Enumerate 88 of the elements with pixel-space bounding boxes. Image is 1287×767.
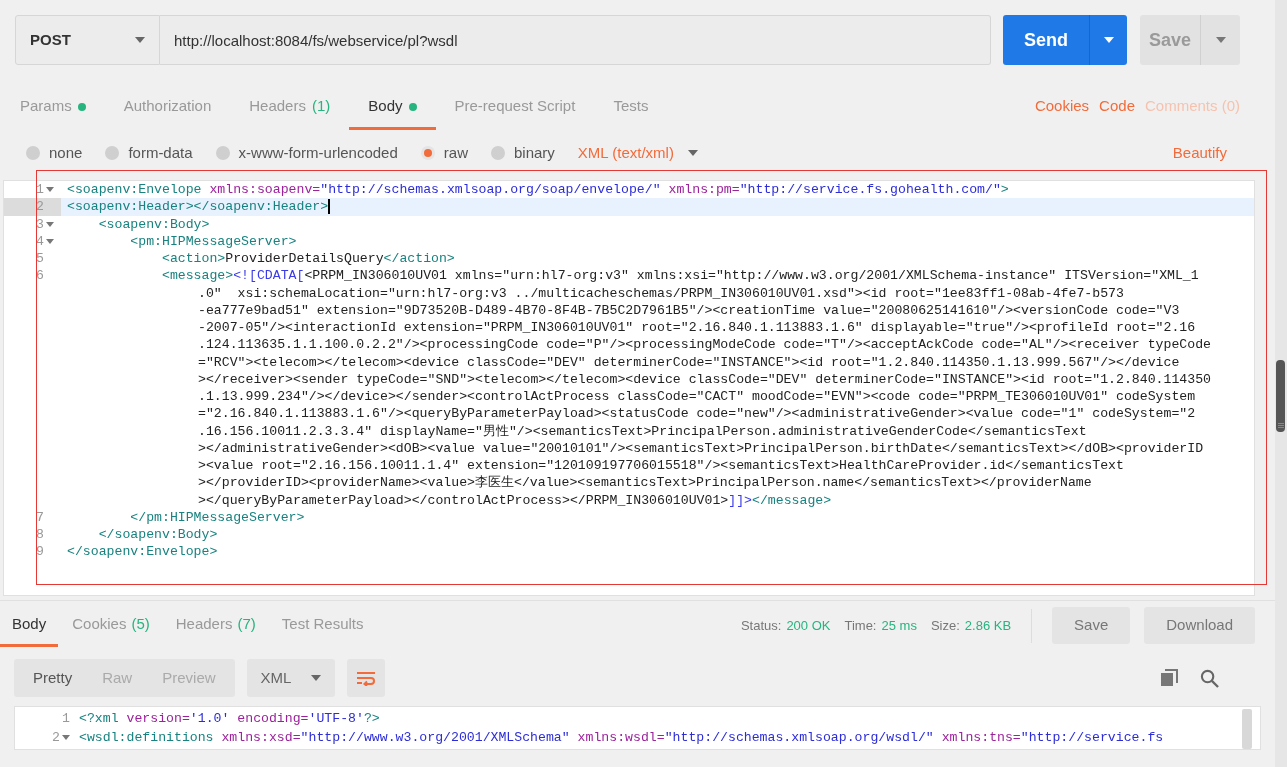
method-dropdown[interactable]: POST bbox=[15, 15, 160, 65]
wrap-lines-button[interactable] bbox=[346, 659, 385, 697]
beautify-link[interactable]: Beautify bbox=[1172, 141, 1227, 165]
code-line: <pm:HIPMessageServer> bbox=[129, 232, 297, 250]
radio-label[interactable]: none bbox=[49, 141, 83, 165]
code-line: ></queryByParameterPayload></controlActProcess></PRPM_IN306010UV01>]]></message> bbox=[197, 491, 832, 509]
code-line: <action>ProviderDetailsQuery</action> bbox=[160, 250, 455, 268]
response-tab[interactable]: Body bbox=[0, 604, 59, 647]
stat-label: Status: bbox=[740, 616, 782, 635]
code-line: ></receiver><sender typeCode="SND"><telecom></telecom><device classCode="DEV" determinerCode="INSTANCE"><id root="1.2.840.114350 bbox=[197, 370, 1211, 388]
response-button[interactable]: Save bbox=[1052, 607, 1131, 644]
code-line: </soapenv:Body> bbox=[97, 526, 218, 544]
radio-button[interactable] bbox=[420, 146, 435, 160]
radio-button[interactable] bbox=[215, 146, 230, 160]
code-line: ="2.16.840.1.113883.1.6"/><queryByParameterPayload><statusCode code="new"/><administrativeGender><value code="1" codeSystem="2 bbox=[197, 405, 1196, 423]
code-line: ></administrativeGender><dOB><value value="20010101"/><semanticsText>PrincipalPerson.birthDate</semanticsText></dOB><providerID bbox=[197, 439, 1204, 457]
line-number: 3 bbox=[36, 215, 44, 233]
line-number: 5 bbox=[36, 250, 44, 268]
code-line: <soapenv:Body> bbox=[97, 215, 210, 233]
line-number: 8 bbox=[36, 526, 44, 544]
code-line: <wsdl:definitions xmlns:xsd="http://www.w3.org/2001/XMLSchema" xmlns:wsdl="http://schemas.xmlsoap.org/wsdl/" xmlns:tns="http://service.fs bbox=[78, 729, 1164, 747]
code-line: <soapenv:Header></soapenv:Header> bbox=[66, 198, 331, 216]
fold-caret-icon[interactable] bbox=[62, 735, 70, 740]
scrollbar-thumb[interactable] bbox=[1276, 360, 1285, 432]
caret-icon bbox=[1215, 37, 1226, 43]
caret-icon bbox=[687, 150, 698, 156]
line-number: 2 bbox=[52, 729, 60, 747]
request-tab[interactable]: Params bbox=[1, 88, 105, 130]
line-number: 7 bbox=[36, 508, 44, 526]
request-tab[interactable]: Authorization bbox=[104, 88, 231, 130]
code-line: <?xml version='1.0' encoding='UTF-8'?> bbox=[78, 710, 380, 728]
radio-label[interactable]: form-data bbox=[128, 141, 193, 165]
caret-icon bbox=[310, 675, 321, 681]
code-line: ></providerID><providerName><value>李医生</value><semanticsText>PrincipalPerson.name</semanticsText></providerName bbox=[197, 474, 1092, 492]
view-mode-option[interactable]: Pretty bbox=[18, 659, 88, 697]
fold-caret-icon[interactable] bbox=[46, 187, 54, 193]
stat-label: Size: bbox=[930, 616, 960, 635]
code-line: -ea777e9bad51" extension="9D73520B-D489-4B70-8F4B-7B5C2D7961B5"/><creationTime value="20080625141610"/><versionCode code="V3 bbox=[197, 301, 1180, 319]
scrollbar-thumb[interactable] bbox=[1242, 709, 1252, 749]
code-line: .16.156.10011.2.3.3.4" displayName="男性"/><semanticsText>PrincipalPerson.administrativeGenderCode</semanticsText bbox=[197, 422, 1087, 440]
code-line: </pm:HIPMessageServer> bbox=[129, 508, 305, 526]
radio-button[interactable] bbox=[26, 146, 40, 160]
request-tab[interactable]: Tests bbox=[594, 88, 668, 130]
radio-label[interactable]: raw bbox=[443, 141, 468, 165]
request-tab[interactable]: Pre-request Script bbox=[435, 88, 595, 130]
request-link[interactable]: Cookies bbox=[1034, 88, 1090, 130]
request-tab[interactable]: Body bbox=[349, 88, 436, 130]
code-line: </soapenv:Envelope> bbox=[66, 543, 218, 561]
content-type-dropdown[interactable]: XML (text/xml) bbox=[577, 141, 698, 165]
code-line: .1.13.999.234"/></device></sender><controlActProcess classCode="CACT" moodCode="EVN"><code code="PRPM_TE306010UV01" codeSystem bbox=[197, 388, 1196, 406]
code-line: -2007-05"/><interactionId extension="PRPM_IN306010UV01" root="2.16.840.1.113883.1.6" displayable="true"/><profileId root="2.16 bbox=[197, 319, 1196, 337]
line-number: 6 bbox=[36, 267, 44, 285]
radio-label[interactable]: binary bbox=[513, 141, 555, 165]
caret-icon bbox=[135, 37, 145, 43]
code-line: ="RCV"><telecom></telecom><device classCode="DEV" determinerCode="INSTANCE"><id root="1.2.840.114350.1.13.999.567"/></device bbox=[197, 353, 1180, 371]
format-dropdown[interactable]: XML bbox=[246, 659, 335, 697]
request-link[interactable]: Code bbox=[1099, 88, 1135, 130]
fold-caret-icon[interactable] bbox=[46, 221, 54, 227]
code-line: .124.113635.1.1.100.0.2.2"/><processingCode code="P"/><processingModeCode code="T"/><acceptAckCode code="AL"/><receiver typeCode bbox=[197, 336, 1211, 354]
radio-button[interactable] bbox=[105, 146, 120, 160]
copy-icon[interactable] bbox=[1160, 669, 1178, 687]
line-number: 9 bbox=[36, 543, 44, 561]
search-icon[interactable] bbox=[1200, 668, 1219, 688]
code-line: ><value root="2.16.156.10011.1.4" extension="120109197706015518"/><semanticsText>HealthCareProvider.id</semanticsText bbox=[197, 457, 1124, 475]
url-field[interactable]: http://localhost:8084/fs/webservice/pl?wsdl bbox=[160, 15, 991, 65]
fold-caret-icon[interactable] bbox=[46, 238, 54, 244]
line-number: 1 bbox=[36, 181, 44, 199]
response-tab[interactable]: Test Results bbox=[269, 604, 376, 647]
code-line: <message><![CDATA[<PRPM_IN306010UV01 xmlns="urn:hl7-org:v3" xmlns:xsi="http://www.w3.org/2001/XMLSchema-instance" ITSVersion="XML_1 bbox=[160, 267, 1199, 285]
request-tab[interactable]: Headers (1) bbox=[230, 88, 350, 130]
caret-icon bbox=[1103, 37, 1114, 43]
response-tab[interactable]: Headers (7) bbox=[163, 604, 268, 647]
line-number: 1 bbox=[62, 710, 70, 728]
view-mode-option[interactable]: Raw bbox=[87, 659, 148, 697]
radio-button[interactable] bbox=[490, 146, 505, 160]
radio-label[interactable]: x-www-form-urlencoded bbox=[238, 141, 398, 165]
view-mode-option[interactable]: Preview bbox=[147, 659, 231, 697]
response-button[interactable]: Download bbox=[1144, 607, 1255, 644]
stat-label: Time: bbox=[844, 616, 877, 635]
code-line: <soapenv:Envelope xmlns:soapenv="http://schemas.xmlsoap.org/soap/envelope/" xmlns:pm="http://service.fs.gohealth.com/"> bbox=[66, 181, 1009, 199]
stat-value: 25 ms bbox=[881, 616, 917, 635]
wrap-icon bbox=[355, 670, 376, 686]
stat-value: 200 OK bbox=[786, 616, 831, 635]
code-line: .0" xsi:schemaLocation="urn:hl7-org:v3 ../multicacheschemas/PRPM_IN306010UV01.xsd"><id root="1ee83ff1-08ab-4fe7-b573 bbox=[197, 284, 1124, 302]
line-number: 2 bbox=[36, 198, 44, 216]
stat-value: 2.86 KB bbox=[964, 616, 1012, 635]
line-number: 4 bbox=[36, 232, 44, 250]
response-tab[interactable]: Cookies (5) bbox=[60, 604, 162, 647]
